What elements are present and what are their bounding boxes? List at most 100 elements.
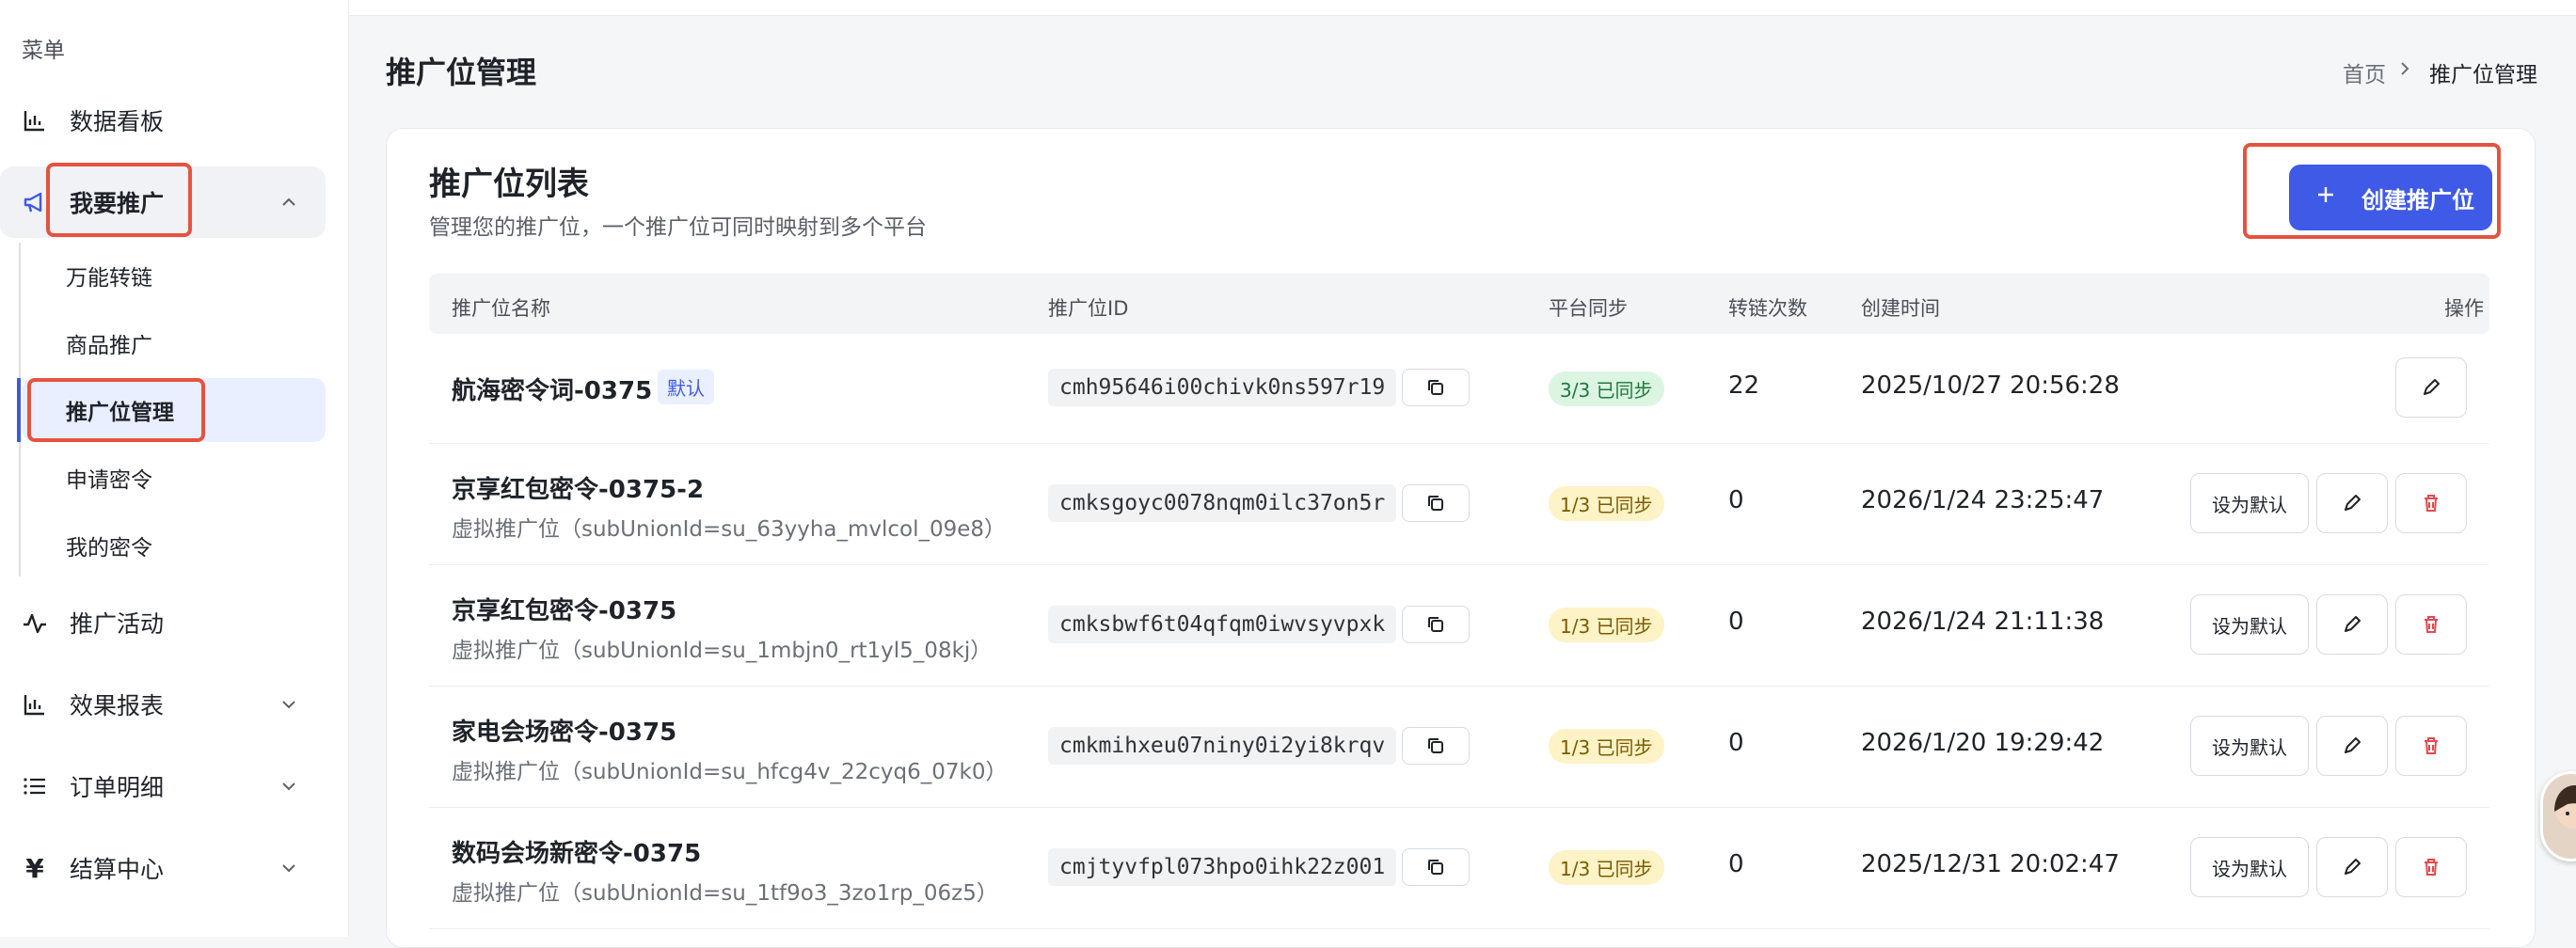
created-time: 2025/12/31 20:02:47 (1861, 850, 2120, 878)
default-badge: 默认 (658, 370, 714, 404)
chevron-down-icon (278, 694, 299, 715)
delete-button[interactable] (2395, 594, 2467, 655)
edit-button[interactable] (2316, 473, 2388, 533)
convert-count: 0 (1728, 850, 1744, 878)
submenu-item-link-convert[interactable]: 万能转链 (66, 260, 152, 292)
edit-button[interactable] (2316, 716, 2388, 776)
pencil-icon (2345, 737, 2361, 753)
set-default-button[interactable]: 设为默认 (2190, 837, 2309, 897)
copy-icon (1428, 860, 1443, 875)
card-title: 推广位列表 (429, 166, 589, 203)
highlight-box (46, 163, 192, 237)
yen-icon: ¥ (25, 852, 44, 884)
created-time: 2026/1/20 19:29:42 (1861, 729, 2105, 757)
submenu-item-product-promo[interactable]: 商品推广 (66, 327, 152, 359)
column-header: 转链次数 (1728, 297, 1807, 320)
sync-status-badge: 1/3 已同步 (1549, 486, 1664, 521)
table-row: 航海密令词-0375 默认 cmh95646i00chivk0ns597r19 … (429, 334, 2489, 444)
slot-subname: 虚拟推广位（subUnionId=su_hfcg4v_22cyq6_07k0） (452, 760, 1008, 784)
delete-button[interactable] (2395, 716, 2467, 776)
edit-button[interactable] (2395, 357, 2467, 418)
trash-icon (2425, 616, 2438, 633)
highlight-box (2243, 143, 2501, 239)
bar-chart-icon (21, 690, 49, 719)
slot-id: cmksbwf6t04qfqm0iwvsyvpxk (1048, 606, 1397, 643)
sync-status-badge: 1/3 已同步 (1549, 850, 1664, 885)
activity-icon (21, 608, 49, 637)
submenu-item-my-codes[interactable]: 我的密令 (66, 529, 152, 561)
slot-name: 航海密令词-0375 (452, 377, 653, 405)
sidebar-item-label: 效果报表 (70, 692, 165, 719)
column-header: 创建时间 (1861, 297, 1940, 320)
slot-subname: 虚拟推广位（subUnionId=su_63yyha_mvlcol_09e8） (452, 517, 1007, 542)
megaphone-icon (21, 188, 49, 216)
copy-button[interactable] (1402, 369, 1470, 406)
trash-icon (2425, 737, 2438, 754)
breadcrumb-current: 推广位管理 (2429, 63, 2537, 87)
copy-button[interactable] (1402, 484, 1470, 522)
chevron-right-icon (2396, 58, 2413, 83)
sidebar-item-label: 推广活动 (70, 610, 165, 638)
sidebar-item-orders[interactable]: 订单明细 (0, 750, 326, 822)
set-default-button[interactable]: 设为默认 (2190, 473, 2309, 533)
card-subtitle: 管理您的推广位，一个推广位可同时映射到多个平台 (429, 215, 927, 240)
delete-button[interactable] (2395, 837, 2467, 897)
pencil-icon (2345, 859, 2361, 875)
convert-count: 0 (1728, 729, 1744, 757)
trash-icon (2425, 859, 2438, 876)
breadcrumb-home[interactable]: 首页 (2343, 56, 2386, 88)
slot-id: cmh95646i00chivk0ns597r19 (1048, 369, 1397, 406)
sidebar: 菜单 数据看板 我要推广 万能转链 商品推广 推广位管理 申请密令 我的密令 推… (0, 0, 349, 937)
table-row: 京享红包密令-0375 虚拟推广位（subUnionId=su_1mbjn0_r… (429, 564, 2489, 687)
menu-title: 菜单 (22, 39, 65, 63)
trash-icon (2425, 495, 2438, 512)
submenu-item-apply-code[interactable]: 申请密令 (66, 462, 152, 494)
table-row: 数码会场新密令-0375 虚拟推广位（subUnionId=su_1tf9o3_… (429, 807, 2489, 929)
pencil-icon (2424, 379, 2440, 395)
sidebar-item-settlement[interactable]: ¥ 结算中心 (0, 832, 326, 904)
column-header: 推广位ID (1048, 297, 1129, 320)
edit-button[interactable] (2316, 837, 2388, 897)
copy-button[interactable] (1402, 848, 1470, 886)
list-icon (21, 772, 49, 800)
created-time: 2026/1/24 23:25:47 (1861, 486, 2105, 514)
copy-button[interactable] (1402, 727, 1470, 765)
sidebar-item-activities[interactable]: 推广活动 (0, 587, 326, 658)
table-header: 推广位名称 推广位ID 平台同步 转链次数 创建时间 操作 (429, 274, 2489, 334)
slot-name: 家电会场密令-0375 (452, 719, 677, 747)
slot-name: 京享红包密令-0375-2 (452, 476, 705, 504)
bar-chart-icon (21, 106, 49, 134)
copy-button[interactable] (1402, 606, 1470, 643)
sync-status-badge: 1/3 已同步 (1549, 608, 1664, 642)
slot-subname: 虚拟推广位（subUnionId=su_1tf9o3_3zo1rp_06z5） (452, 881, 998, 906)
sidebar-item-label: 数据看板 (70, 108, 165, 135)
slot-name: 数码会场新密令-0375 (452, 840, 702, 868)
created-time: 2026/1/24 21:11:38 (1861, 608, 2105, 636)
convert-count: 0 (1728, 486, 1744, 514)
highlight-box (27, 378, 205, 442)
slot-id: cmjtyvfpl073hpo0ihk22z001 (1048, 848, 1397, 886)
slot-name: 京享红包密令-0375 (452, 597, 677, 625)
column-header: 平台同步 (1549, 297, 1628, 320)
chevron-down-icon (278, 776, 299, 797)
sync-status-badge: 1/3 已同步 (1549, 729, 1664, 764)
set-default-button[interactable]: 设为默认 (2190, 594, 2309, 655)
copy-icon (1428, 496, 1443, 511)
column-header: 推广位名称 (452, 297, 550, 320)
pencil-icon (2345, 495, 2361, 511)
convert-count: 0 (1728, 608, 1744, 636)
column-header: 操作 (2444, 297, 2484, 320)
sidebar-item-dashboard[interactable]: 数据看板 (0, 85, 326, 156)
edit-button[interactable] (2316, 594, 2388, 655)
sidebar-item-label: 订单明细 (70, 774, 165, 801)
delete-button[interactable] (2395, 473, 2467, 533)
table-row: 京享红包密令-0375-2 虚拟推广位（subUnionId=su_63yyha… (429, 443, 2489, 565)
avatar[interactable] (2540, 771, 2576, 861)
copy-icon (1428, 380, 1443, 395)
table-row: 家电会场密令-0375 虚拟推广位（subUnionId=su_hfcg4v_2… (429, 686, 2489, 808)
chevron-down-icon (278, 858, 299, 878)
set-default-button[interactable]: 设为默认 (2190, 716, 2309, 776)
submenu-active-indicator (17, 378, 21, 442)
sidebar-item-reports[interactable]: 效果报表 (0, 669, 326, 740)
page-title: 推广位管理 (386, 55, 537, 90)
